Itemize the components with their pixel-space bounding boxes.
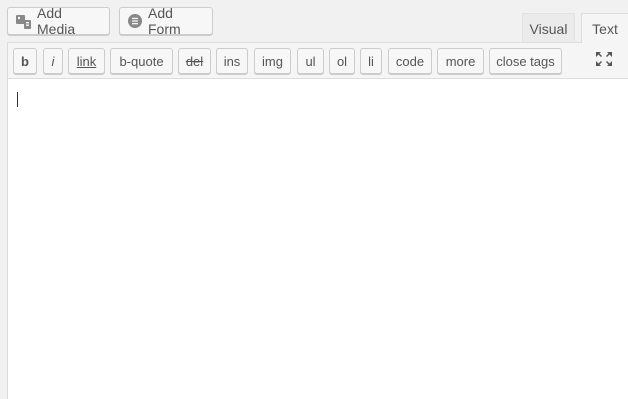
tab-visual[interactable]: Visual (522, 13, 575, 43)
quicktags-toolbar: b i link b-quote del ins img ul ol li co… (8, 43, 628, 79)
quicktag-more-button[interactable]: more (437, 48, 484, 74)
add-form-button[interactable]: Add Form (119, 5, 213, 37)
form-icon (127, 13, 143, 30)
quicktag-b-quote-button[interactable]: b-quote (110, 48, 173, 74)
quicktag-del-button[interactable]: del (178, 48, 211, 74)
add-media-label: Add Media (37, 5, 76, 37)
quicktag-ul-button[interactable]: ul (297, 48, 324, 74)
tab-visual-label: Visual (529, 20, 568, 37)
content-textarea[interactable] (8, 79, 628, 399)
quicktag-ol-button[interactable]: ol (329, 48, 355, 74)
text-caret (17, 92, 18, 107)
add-media-button[interactable]: Add Media (7, 5, 110, 37)
quicktag-code-button[interactable]: code (388, 48, 432, 74)
quicktag-close-tags-button[interactable]: close tags (489, 48, 562, 74)
add-form-label: Add Form (148, 5, 181, 37)
fullscreen-icon (595, 51, 613, 72)
quicktag-i-button[interactable]: i (43, 48, 63, 74)
quicktag-li-button[interactable]: li (360, 48, 382, 74)
quicktag-img-button[interactable]: img (254, 48, 291, 74)
quicktag-ins-button[interactable]: ins (216, 48, 248, 74)
quicktag-link-button[interactable]: link (68, 48, 105, 74)
quicktag-b-button[interactable]: b (13, 48, 37, 74)
tab-text-label: Text (592, 20, 618, 37)
media-icon (15, 13, 32, 30)
tab-text[interactable]: Text (581, 13, 628, 43)
fullscreen-button[interactable] (594, 51, 614, 72)
text-editor: b i link b-quote del ins img ul ol li co… (7, 42, 628, 399)
